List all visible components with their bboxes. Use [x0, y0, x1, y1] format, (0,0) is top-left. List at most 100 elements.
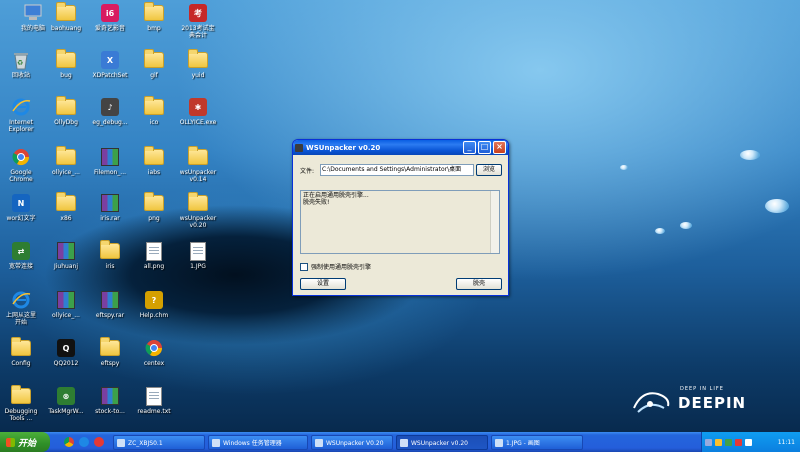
force-engine-checkbox-row[interactable]: 强制使用通用脱壳引擎: [300, 262, 371, 271]
network-tray-icon[interactable]: [705, 438, 712, 446]
volume-tray-icon[interactable]: [715, 438, 722, 446]
application-icon: ⇄: [12, 242, 30, 260]
settings-button[interactable]: 设置: [300, 278, 346, 290]
archive-icon: [101, 291, 119, 309]
file-path-input[interactable]: C:\Documents and Settings\Administrator\…: [320, 164, 474, 176]
archive-icon: [101, 148, 119, 166]
log-line: 正在启用通用脱壳引擎...: [303, 192, 369, 199]
desktop-icon-label: OLLYICE.exe: [179, 119, 217, 126]
desktop-icon-label: yuid: [191, 72, 205, 79]
unpack-button[interactable]: 脱壳: [456, 278, 502, 290]
ie-quicklaunch-icon[interactable]: [79, 437, 89, 447]
chrome-quicklaunch-icon[interactable]: [64, 437, 74, 447]
chrome-icon: [145, 340, 163, 357]
desktop-icon[interactable]: wsUnpacker v0.20: [168, 192, 228, 229]
folder-icon: [56, 49, 76, 68]
file-label: 文件:: [300, 168, 315, 175]
folder-icon: [56, 146, 76, 165]
desktop-icon[interactable]: ✱ OLLYICE.exe: [168, 97, 228, 126]
app-icon: [295, 143, 303, 152]
desktop-icon-label: wsUnpacker v0.14: [179, 169, 217, 183]
file-icon: [146, 241, 162, 261]
application-icon: 考: [189, 4, 207, 22]
archive-icon: [57, 291, 75, 309]
qq-tray-icon[interactable]: [735, 438, 742, 446]
archive-icon: [57, 242, 75, 260]
taskbar-button[interactable]: ZC_XBJS0.1: [113, 434, 205, 450]
recycle-bin-icon: ♻: [14, 53, 28, 70]
taskbar: 开始 ZC_XBJS0.1 Windows 任务管理器 WSUnpacker V0.…: [0, 432, 800, 452]
security-tray-icon[interactable]: [725, 438, 732, 446]
desktop-icon[interactable]: ? Help.chm: [124, 290, 184, 319]
input-method-tray-icon[interactable]: [745, 438, 752, 446]
application-icon: ⊗: [57, 387, 75, 405]
folder-icon: [56, 192, 76, 211]
log-scrollbar[interactable]: [490, 191, 499, 253]
folder-icon: [56, 96, 76, 115]
application-icon: ✱: [189, 98, 207, 116]
application-icon: Q: [57, 339, 75, 357]
maximize-button[interactable]: □: [478, 141, 491, 154]
file-icon: [146, 386, 162, 406]
archive-icon: [101, 387, 119, 405]
browse-button[interactable]: 浏览: [476, 164, 502, 176]
desktop-icon[interactable]: 考 2013考试宝 典会计: [168, 3, 228, 39]
application-icon: i6: [101, 4, 119, 22]
folder-icon: [144, 192, 164, 211]
folder-icon: [100, 337, 120, 356]
application-icon: X: [101, 51, 119, 69]
taskbar-button[interactable]: Windows 任务管理器: [208, 434, 308, 450]
wsunpacker-window[interactable]: WSUnpacker v0.20 _ □ × 文件: C:\Documents …: [292, 139, 509, 296]
taskbar-button[interactable]: WSUnpacker v0.20: [396, 434, 488, 450]
desktop-icon[interactable]: yuid: [168, 49, 228, 79]
qq-quicklaunch-icon[interactable]: [94, 437, 104, 447]
folder-icon: [188, 192, 208, 211]
start-button[interactable]: 开始: [0, 432, 50, 452]
svg-text:♻: ♻: [17, 59, 23, 67]
desktop-icon-label: wsUnpacker v0.20: [179, 215, 217, 229]
force-engine-checkbox[interactable]: [300, 262, 308, 271]
taskbar-button[interactable]: 1.JPG - 画图: [491, 434, 583, 450]
water-drop: [655, 228, 665, 234]
desktop-icon[interactable]: readme.txt: [124, 386, 184, 415]
desktop-icon-label: 2013考试宝 典会计: [181, 25, 215, 39]
folder-icon: [56, 2, 76, 21]
minimize-button[interactable]: _: [463, 141, 476, 154]
folder-icon: [11, 337, 31, 356]
task-list: ZC_XBJS0.1 Windows 任务管理器 WSUnpacker V0.20 W…: [110, 434, 583, 450]
start-label: 开始: [18, 438, 37, 449]
taskbar-button[interactable]: WSUnpacker V0.20: [311, 434, 393, 450]
application-icon: ?: [145, 291, 163, 309]
archive-icon: [101, 194, 119, 212]
window-titlebar[interactable]: WSUnpacker v0.20 _ □ ×: [293, 140, 508, 155]
desktop[interactable]: 我的电脑 baohuang i6 爱奇艺影音 bmp 考 2013考试宝 典会计 ♻ 回收站 bu…: [0, 0, 800, 432]
folder-icon: [188, 146, 208, 165]
desktop-icon[interactable]: centex: [124, 338, 184, 367]
folder-icon: [11, 385, 31, 404]
clock: 11:11: [777, 438, 795, 446]
desktop-icon-label: 1.JPG: [190, 263, 206, 270]
log-line: 脱壳失败!: [303, 199, 330, 206]
desktop-icon[interactable]: 1.JPG: [168, 241, 228, 270]
logo-tagline: DEEP IN LIFE: [680, 386, 724, 392]
water-drop: [765, 199, 789, 213]
close-button[interactable]: ×: [493, 141, 506, 154]
water-drop: [680, 222, 692, 229]
desktop-icon-label: readme.txt: [137, 408, 171, 415]
deepin-swirl-icon: [633, 392, 670, 413]
water-drop: [620, 165, 628, 170]
desktop-icon-label: Help.chm: [139, 312, 169, 319]
internet-explorer-icon: [12, 98, 31, 116]
desktop-icon[interactable]: wsUnpacker v0.14: [168, 146, 228, 183]
log-output: 正在启用通用脱壳引擎... 脱壳失败!: [300, 190, 500, 254]
folder-icon: [188, 49, 208, 68]
folder-icon: [144, 49, 164, 68]
windows-logo-icon: [6, 437, 15, 447]
window-title: WSUnpacker v0.20: [306, 143, 381, 152]
force-engine-label: 强制使用通用脱壳引擎: [311, 264, 372, 271]
logo-brand: DEEPIN: [678, 394, 747, 412]
system-tray: 11:11: [701, 432, 800, 452]
folder-icon: [144, 96, 164, 115]
chrome-icon: [12, 149, 30, 166]
folder-icon: [100, 240, 120, 259]
